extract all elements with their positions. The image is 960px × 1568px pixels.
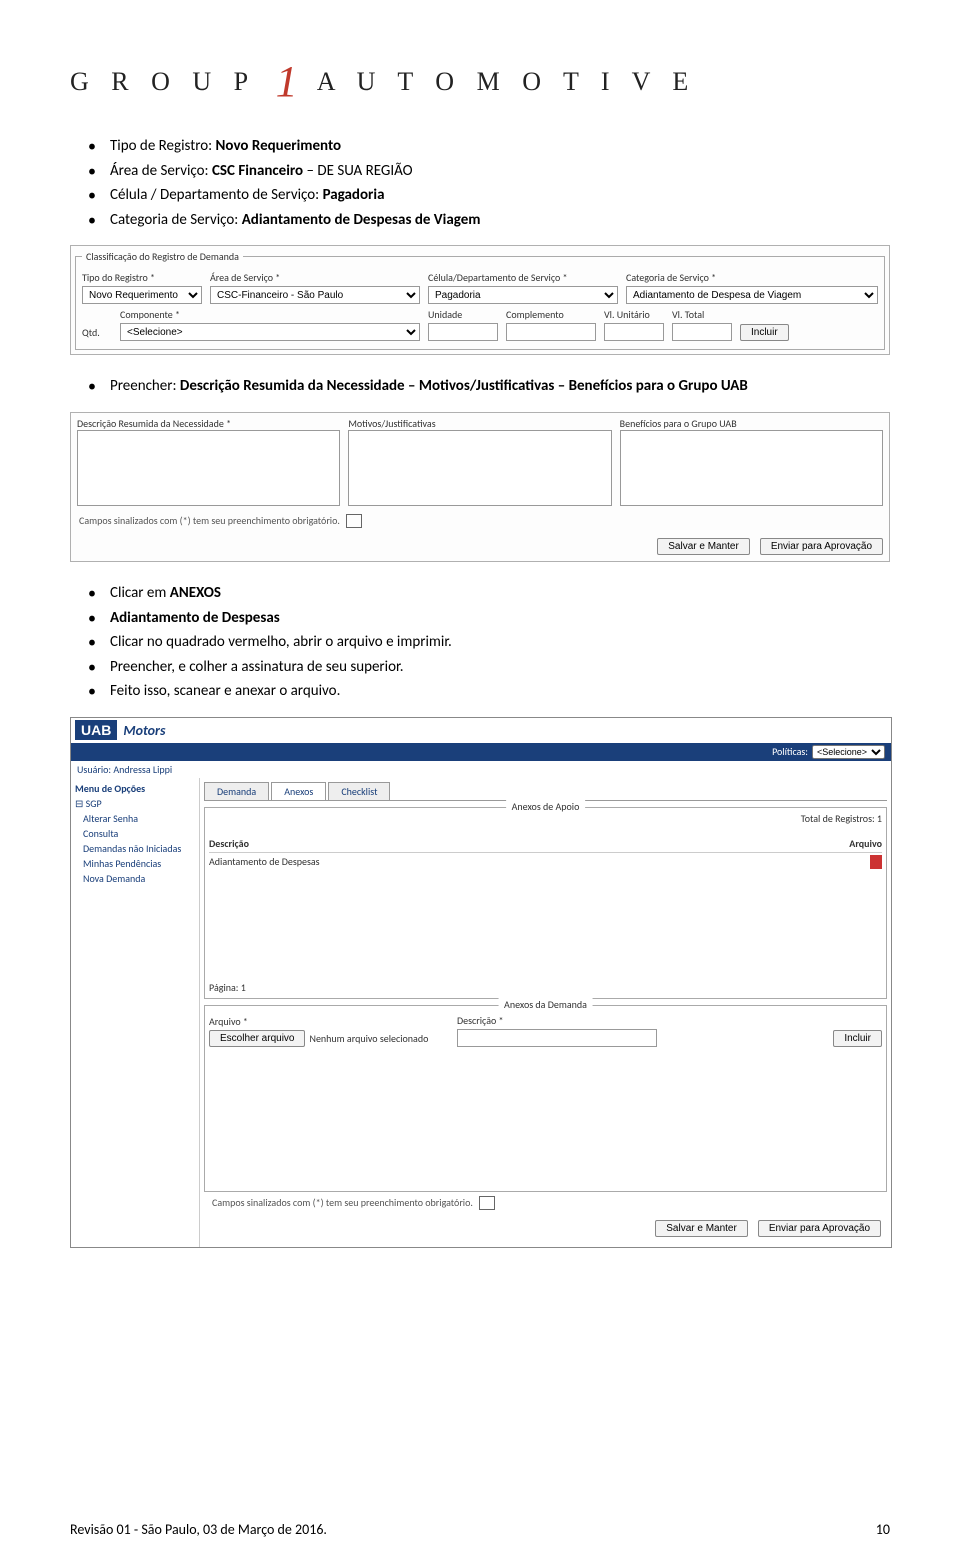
tree-root[interactable]: ⊟ SGP — [75, 797, 195, 810]
salvar-manter-button[interactable]: Salvar e Manter — [657, 538, 750, 555]
tab-checklist[interactable]: Checklist — [328, 782, 390, 800]
page-number: 10 — [876, 1521, 890, 1538]
vl-unitario-input[interactable] — [604, 323, 664, 341]
list-item: Área de Serviço: CSC Financeiro – DE SUA… — [110, 160, 890, 183]
unidade-input[interactable] — [428, 323, 498, 341]
list-item: Feito isso, scanear e anexar o arquivo. — [110, 680, 890, 703]
descricao-textarea[interactable] — [77, 430, 340, 506]
escolher-arquivo-button[interactable]: Escolher arquivo — [209, 1030, 305, 1047]
list-item: Categoria de Serviço: Adiantamento de De… — [110, 209, 890, 232]
sidebar-item[interactable]: Alterar Senha — [83, 812, 195, 825]
screenshot-uab: UABMotors Políticas: <Selecione> Usuário… — [70, 717, 892, 1249]
tab-demanda[interactable]: Demanda — [204, 782, 269, 800]
logo-one: 1 — [276, 56, 298, 107]
sidebar-item[interactable]: Demandas não Iniciadas — [83, 842, 195, 855]
list-item: Preencher, e colher a assinatura de seu … — [110, 656, 890, 679]
file-icon[interactable] — [870, 855, 882, 869]
brand-logo: G R O U P 1 A U T O M O T I V E — [70, 50, 890, 101]
logo-auto: A U T O M O T I V E — [317, 67, 697, 96]
bullet-list-2: Preencher: Descrição Resumida da Necessi… — [70, 375, 890, 398]
tipo-registro-select[interactable]: Novo Requerimento — [82, 286, 202, 304]
beneficios-textarea[interactable] — [620, 430, 883, 506]
page-footer: Revisão 01 - São Paulo, 03 de Março de 2… — [70, 1521, 890, 1538]
uab-logo: UABMotors — [71, 718, 176, 743]
area-servico-select[interactable]: CSC-Financeiro - São Paulo — [210, 286, 420, 304]
sidebar-item[interactable]: Consulta — [83, 827, 195, 840]
footer-revision: Revisão 01 - São Paulo, 03 de Março de 2… — [70, 1521, 327, 1538]
sidebar-menu: Menu de Opções ⊟ SGP Alterar Senha Consu… — [71, 778, 200, 1248]
componente-select[interactable]: <Selecione> — [120, 323, 420, 341]
fieldset-legend: Classificação do Registro de Demanda — [82, 250, 243, 263]
vl-total-input[interactable] — [672, 323, 732, 341]
sidebar-item[interactable]: Nova Demanda — [83, 872, 195, 885]
uab-topbar: Políticas: <Selecione> — [71, 743, 891, 761]
incluir-anexo-button[interactable]: Incluir — [833, 1030, 882, 1047]
list-item: Clicar no quadrado vermelho, abrir o arq… — [110, 631, 890, 654]
list-item: Clicar em ANEXOS — [110, 582, 890, 605]
incluir-button[interactable]: Incluir — [740, 324, 789, 341]
enviar-aprovacao-button[interactable]: Enviar para Aprovação — [758, 1220, 881, 1237]
politicas-select[interactable]: <Selecione> — [812, 745, 885, 759]
categoria-select[interactable]: Adiantamento de Despesa de Viagem — [626, 286, 878, 304]
logo-group: G R O U P — [70, 67, 255, 96]
descricao-arquivo-input[interactable] — [457, 1029, 657, 1047]
print-icon — [346, 514, 362, 528]
print-icon — [479, 1196, 495, 1210]
list-item: Célula / Departamento de Serviço: Pagado… — [110, 184, 890, 207]
enviar-aprovacao-button[interactable]: Enviar para Aprovação — [760, 538, 883, 555]
screenshot-classificacao: Classificação do Registro de Demanda Tip… — [70, 245, 890, 355]
screenshot-descricao: Descrição Resumida da Necessidade * Moti… — [70, 412, 890, 563]
list-item: Adiantamento de Despesas — [110, 607, 890, 630]
tab-anexos[interactable]: Anexos — [271, 782, 326, 800]
complemento-input[interactable] — [506, 323, 596, 341]
sidebar-item[interactable]: Minhas Pendências — [83, 857, 195, 870]
bullet-list-1: Tipo de Registro: Novo Requerimento Área… — [70, 135, 890, 231]
salvar-manter-button[interactable]: Salvar e Manter — [655, 1220, 748, 1237]
list-item: Preencher: Descrição Resumida da Necessi… — [110, 375, 890, 398]
list-item: Tipo de Registro: Novo Requerimento — [110, 135, 890, 158]
motivos-textarea[interactable] — [348, 430, 611, 506]
celula-select[interactable]: Pagadoria — [428, 286, 618, 304]
bullet-list-3: Clicar em ANEXOS Adiantamento de Despesa… — [70, 582, 890, 703]
